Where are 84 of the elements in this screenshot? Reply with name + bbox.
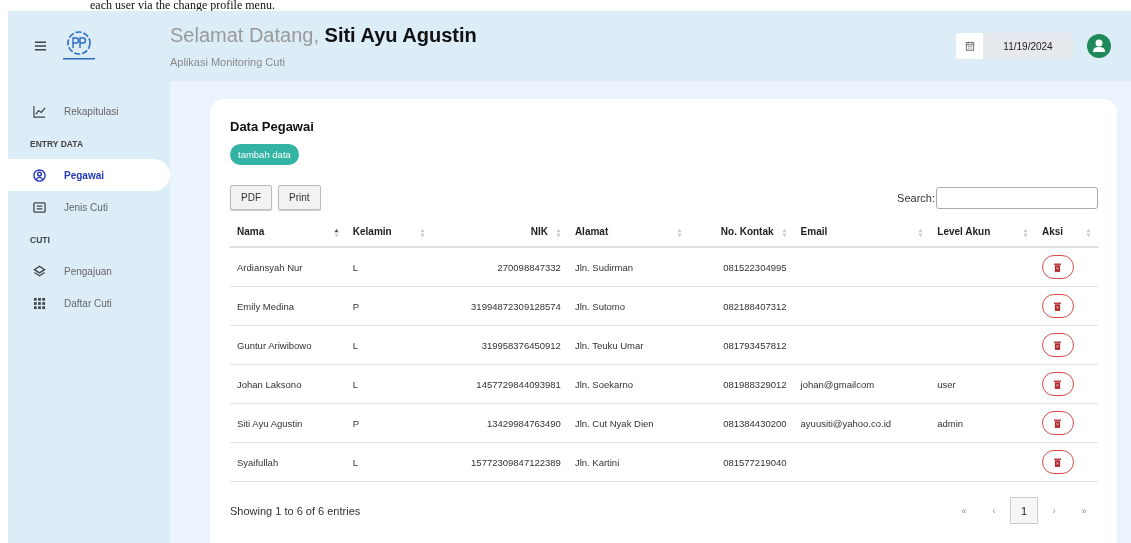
table-cell: 319958376450912 xyxy=(481,339,561,351)
column-header[interactable]: Kelamin xyxy=(345,218,432,247)
table-cell: Syaifullah xyxy=(237,456,279,468)
table-cell: 082188407312 xyxy=(723,300,787,312)
layers-icon xyxy=(33,264,46,278)
column-header[interactable]: Level Akun xyxy=(930,218,1035,247)
table-cell: 1457729844093981 xyxy=(476,378,561,390)
sidebar-heading: CUTI xyxy=(29,234,51,247)
table-cell: 270098847332 xyxy=(497,261,561,273)
table-cell: Jln. Sutomo xyxy=(574,300,626,312)
sidebar-item[interactable]: Pegawai xyxy=(8,159,170,191)
table-cell: user xyxy=(937,378,956,390)
table-cell: 081793457812 xyxy=(723,339,787,351)
delete-button[interactable] xyxy=(1041,450,1074,474)
table-cell: L xyxy=(352,378,359,390)
table-cell: Jln. Soekarno xyxy=(574,378,633,390)
table-cell: 31994872309128574 xyxy=(471,300,561,312)
trash-icon xyxy=(1054,457,1062,467)
entries-info: Showing 1 to 6 of 6 entries xyxy=(230,504,361,517)
page-button[interactable]: › xyxy=(1040,497,1068,524)
sidebar-heading: ENTRY DATA xyxy=(29,138,85,151)
trash-icon xyxy=(1054,418,1062,428)
export-button[interactable]: PDF xyxy=(230,185,272,210)
profile-avatar-icon[interactable] xyxy=(1087,34,1111,58)
search-field[interactable] xyxy=(936,186,1098,209)
table-cell: L xyxy=(352,261,359,273)
grid-icon xyxy=(33,296,46,310)
export-button[interactable]: Print xyxy=(278,185,321,210)
table-cell: P xyxy=(352,300,360,312)
table-cell: Johan Laksono xyxy=(237,378,302,390)
table-cell: L xyxy=(352,456,359,468)
sidebar-item[interactable]: Rekapitulasi xyxy=(8,95,170,127)
welcome-title: Selamat Datang, Siti Ayu Agustin xyxy=(170,24,478,47)
trash-icon xyxy=(1054,340,1062,350)
column-header[interactable]: No. Kontak xyxy=(689,218,794,247)
column-header[interactable]: NIK xyxy=(432,218,568,247)
table-cell: 081522304995 xyxy=(723,261,787,273)
list-icon xyxy=(33,200,46,214)
calendar-icon xyxy=(964,41,975,51)
trash-icon xyxy=(1054,379,1062,389)
table-cell: 15772309847122389 xyxy=(471,456,561,468)
search-label: Search: xyxy=(897,191,935,204)
table-cell: 081988329012 xyxy=(723,378,787,390)
card-title: Data Pegawai xyxy=(230,119,315,134)
delete-button[interactable] xyxy=(1041,333,1074,357)
trash-icon xyxy=(1054,262,1062,272)
table-cell: ayuusiti@yahoo.co.id xyxy=(800,417,892,429)
table-cell: Jln. Teuku Umar xyxy=(574,339,644,351)
sidebar-item[interactable]: Pengajuan xyxy=(8,255,170,287)
delete-button[interactable] xyxy=(1041,411,1074,435)
table-cell: P xyxy=(352,417,360,429)
document-caption: each user via the change profile menu. xyxy=(89,0,276,11)
sidebar-item[interactable]: Daftar Cuti xyxy=(8,287,170,319)
table-cell: Jln. Sudirman xyxy=(574,261,633,273)
table-cell: L xyxy=(352,339,359,351)
table-cell: Jln. Kartini xyxy=(574,456,620,468)
page-button[interactable]: ‹ xyxy=(980,497,1008,524)
table-cell: Guntur Ariwibowo xyxy=(237,339,312,351)
page-button[interactable]: 1 xyxy=(1010,497,1038,524)
column-header[interactable]: Nama xyxy=(230,218,346,247)
column-header[interactable]: Aksi xyxy=(1034,218,1098,247)
table-cell: Emily Medina xyxy=(237,300,295,312)
table-cell: 13429984763490 xyxy=(486,417,561,429)
table-cell: 081384430200 xyxy=(723,417,787,429)
delete-button[interactable] xyxy=(1041,294,1074,318)
table-cell: 081577219040 xyxy=(723,456,787,468)
column-header[interactable]: Alamat xyxy=(567,218,690,247)
sidebar-item[interactable]: Jenis Cuti xyxy=(8,191,170,223)
delete-button[interactable] xyxy=(1041,372,1074,396)
table-cell: Jln. Cut Nyak Dien xyxy=(574,417,654,429)
user-circle-icon xyxy=(33,168,46,182)
trash-icon xyxy=(1054,301,1062,311)
delete-button[interactable] xyxy=(1041,255,1074,279)
date-field[interactable]: 11/19/2024 xyxy=(956,33,1073,59)
table-cell: Ardiansyah Nur xyxy=(237,261,303,273)
page-button[interactable]: » xyxy=(1070,497,1098,524)
column-header[interactable]: Email xyxy=(793,218,931,247)
table-cell: admin xyxy=(937,417,964,429)
menu-icon[interactable] xyxy=(34,40,47,52)
chart-icon xyxy=(33,104,46,118)
table-cell: johan@gmailcom xyxy=(800,378,875,390)
page-button[interactable]: « xyxy=(950,497,978,524)
table-cell: Siti Ayu Agustin xyxy=(237,417,303,429)
app-subtitle: Aplikasi Monitoring Cuti xyxy=(170,56,286,68)
